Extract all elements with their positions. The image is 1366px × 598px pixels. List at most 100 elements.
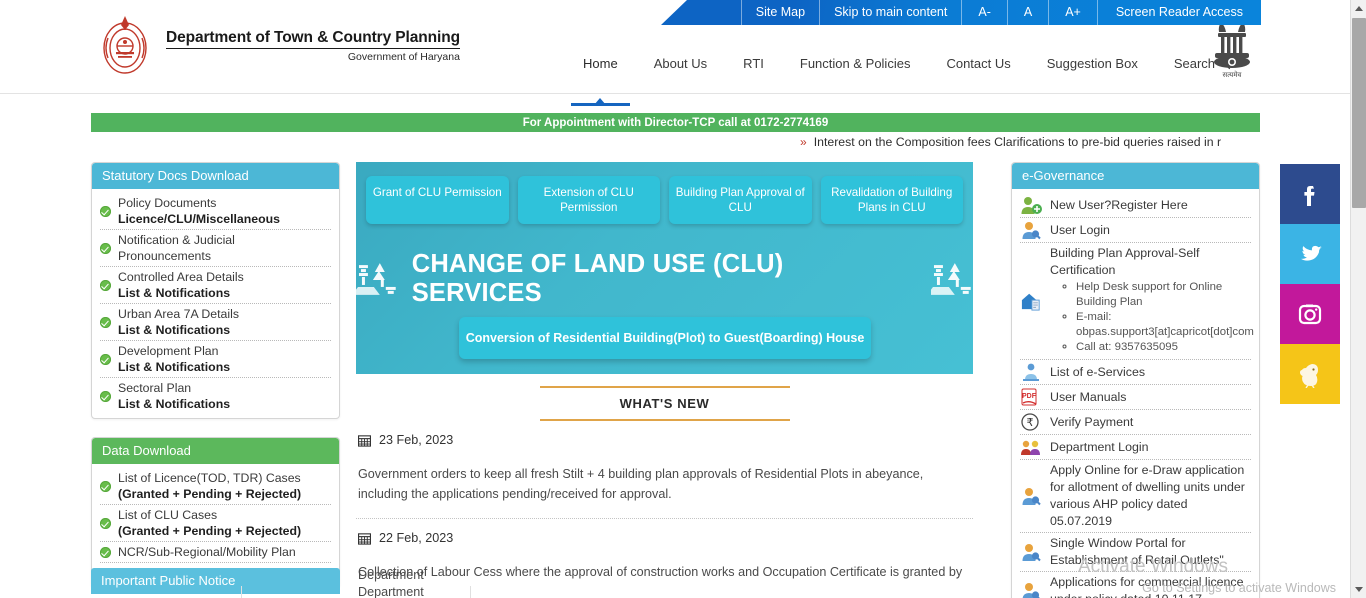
egov-item-single-window-portal[interactable]: Single Window Portal for Establishment o… xyxy=(1020,533,1251,572)
svg-text:सत्यमेव: सत्यमेव xyxy=(1223,70,1242,79)
list-item-line2: List & Notifications xyxy=(118,360,231,374)
site-logo[interactable]: Department of Town & Country Planning Go… xyxy=(96,8,460,78)
list-item-line2: (Granted + Pending + Rejected) xyxy=(118,524,302,538)
utilbar-skip-to-main-content[interactable]: Skip to main content xyxy=(819,0,961,25)
egov-sub-item: Call at: 9357635095 xyxy=(1076,340,1254,355)
utilbar-font-decrease[interactable]: A- xyxy=(961,0,1007,25)
whats-new-date-row: 23 Feb, 2023 xyxy=(358,433,971,447)
egov-item-verify-payment[interactable]: ₹ Verify Payment xyxy=(1020,410,1251,435)
right-sidebar: e-Governance New User?Register Here User… xyxy=(1011,162,1260,598)
scroll-up-button[interactable] xyxy=(1351,0,1366,17)
list-item[interactable]: List of CLU Cases (Granted + Pending + R… xyxy=(100,505,331,542)
accessibility-utility-bar: Site Map Skip to main content A- A A+ Sc… xyxy=(661,0,1261,25)
house-doc-icon xyxy=(1021,293,1040,311)
utilbar-screen-reader-access[interactable]: Screen Reader Access xyxy=(1096,0,1261,25)
banner-button-row: Grant of CLU Permission Extension of CLU… xyxy=(366,176,963,224)
whats-new-text: Government orders to keep all fresh Stil… xyxy=(358,467,924,501)
whats-new-date: 22 Feb, 2023 xyxy=(379,531,454,545)
grant-of-clu-permission-button[interactable]: Grant of CLU Permission xyxy=(366,176,509,224)
instagram-icon xyxy=(1298,304,1322,325)
list-item-line1: NCR/Sub-Regional/Mobility Plan xyxy=(118,545,296,559)
list-item[interactable]: Controlled Area Details List & Notificat… xyxy=(100,267,331,304)
scrollbar-thumb[interactable] xyxy=(1352,18,1366,208)
list-item[interactable]: Development Plan List & Notifications xyxy=(100,341,331,378)
whats-new-date: 23 Feb, 2023 xyxy=(379,433,454,447)
revalidation-of-building-plans-button[interactable]: Revalidation of Building Plans in CLU xyxy=(820,176,963,224)
facebook-button[interactable] xyxy=(1280,164,1340,224)
nav-label: About Us xyxy=(653,56,708,71)
extension-of-clu-permission-button[interactable]: Extension of CLU Permission xyxy=(517,176,660,224)
statutory-docs-title: Statutory Docs Download xyxy=(92,163,339,189)
left-sidebar: Statutory Docs Download Policy Documents… xyxy=(91,162,340,598)
site-subtitle: Government of Haryana xyxy=(347,51,460,63)
conversion-residential-to-guest-house-button[interactable]: Conversion of Residential Building(Plot)… xyxy=(459,317,871,359)
nav-label: RTI xyxy=(743,56,764,71)
utilbar-site-map[interactable]: Site Map xyxy=(740,0,819,25)
egov-sub-item: Help Desk support for Online Building Pl… xyxy=(1076,280,1254,310)
whats-new-item[interactable]: 23 Feb, 2023 Government orders to keep a… xyxy=(356,421,973,519)
utilbar-font-normal[interactable]: A xyxy=(1006,0,1048,25)
egov-item-department-login[interactable]: Department Login xyxy=(1020,435,1251,460)
nav-label: Suggestion Box xyxy=(1046,56,1138,71)
list-item-line2: List & Notifications xyxy=(118,323,231,337)
chevron-up-icon xyxy=(1355,6,1363,11)
egovernance-panel: e-Governance New User?Register Here User… xyxy=(1011,162,1260,598)
nav-item-contact-us[interactable]: Contact Us xyxy=(928,50,1028,77)
list-item-line2: List & Notifications xyxy=(118,286,231,300)
scroll-down-button[interactable] xyxy=(1351,581,1366,598)
egov-item-label: User Manuals xyxy=(1050,389,1127,404)
land-use-glyph-icon xyxy=(356,263,396,295)
egov-item-building-plan-approval[interactable]: Building Plan Approval-Self Certificatio… xyxy=(1020,243,1254,360)
list-item-line1: Notification & Judicial Pronouncements xyxy=(118,233,235,263)
instagram-button[interactable] xyxy=(1280,284,1340,344)
egov-item-edraw-application[interactable]: Apply Online for e-Draw application for … xyxy=(1020,460,1251,533)
haryana-state-emblem-icon xyxy=(103,16,147,74)
egov-item-list-of-eservices[interactable]: List of e-Services xyxy=(1020,360,1251,385)
egov-item-user-login[interactable]: User Login xyxy=(1020,218,1251,243)
egov-sublist: Help Desk support for Online Building Pl… xyxy=(1054,280,1254,355)
important-public-notice-panel: Important Public Notice xyxy=(91,568,340,594)
koo-button[interactable] xyxy=(1280,344,1340,404)
list-item-line1: Development Plan xyxy=(118,344,219,358)
list-item[interactable]: NCR/Sub-Regional/Mobility Plan xyxy=(100,542,331,563)
main-navigation: Home About Us RTI Function & Policies Co… xyxy=(565,50,1249,106)
nav-item-home[interactable]: Home xyxy=(565,50,636,106)
egov-item-label: Building Plan Approval-Self Certificatio… xyxy=(1050,246,1200,277)
list-item-line1: List of Licence(TOD, TDR) Cases xyxy=(118,471,301,485)
egov-item-register[interactable]: New User?Register Here xyxy=(1020,193,1251,218)
calendar-icon xyxy=(358,434,371,447)
list-item-line1: Controlled Area Details xyxy=(118,270,244,284)
data-download-panel: Data Download List of Licence(TOD, TDR) … xyxy=(91,437,340,588)
egov-item-user-manuals[interactable]: PDF User Manuals xyxy=(1020,385,1251,410)
nav-item-rti[interactable]: RTI xyxy=(725,50,782,77)
user-key-icon xyxy=(1022,544,1041,562)
twitter-icon xyxy=(1300,245,1322,261)
list-item[interactable]: Notification & Judicial Pronouncements xyxy=(100,230,331,267)
list-item[interactable]: List of Licence(TOD, TDR) Cases (Granted… xyxy=(100,468,331,505)
check-icon xyxy=(100,517,111,529)
nav-item-about-us[interactable]: About Us xyxy=(636,50,725,77)
list-item[interactable]: Urban Area 7A Details List & Notificatio… xyxy=(100,304,331,341)
nav-item-suggestion-box[interactable]: Suggestion Box xyxy=(1029,50,1156,77)
egov-item-label: List of e-Services xyxy=(1050,364,1146,379)
news-ticker[interactable]: » Interest on the Composition fees Clari… xyxy=(800,133,1270,151)
svg-text:₹: ₹ xyxy=(1027,416,1034,429)
koo-bird-icon xyxy=(1300,364,1318,388)
user-add-icon xyxy=(1021,197,1042,214)
twitter-button[interactable] xyxy=(1280,224,1340,284)
building-plan-approval-of-clu-button[interactable]: Building Plan Approval of CLU xyxy=(669,176,812,224)
egov-sub-item: E-mail: obpas.support3[at]capricot[dot]c… xyxy=(1076,310,1254,340)
list-item[interactable]: Policy Documents Licence/CLU/Miscellaneo… xyxy=(100,193,331,230)
check-icon xyxy=(100,316,111,328)
list-item-line1: Sectoral Plan xyxy=(118,381,192,395)
list-item-line1: Policy Documents xyxy=(118,196,217,210)
user-key-icon xyxy=(1022,222,1041,240)
banner-title: CHANGE OF LAND USE (CLU) SERVICES xyxy=(411,250,784,307)
utilbar-font-increase[interactable]: A+ xyxy=(1048,0,1097,25)
nav-item-function-policies[interactable]: Function & Policies xyxy=(782,50,929,77)
list-item[interactable]: Sectoral Plan List & Notifications xyxy=(100,378,331,414)
nav-label: Home xyxy=(583,56,618,71)
ticker-text: Interest on the Composition fees Clarifi… xyxy=(813,135,1222,149)
page-scrollbar[interactable] xyxy=(1350,0,1366,598)
peek-mid-text: Department xyxy=(358,568,424,582)
